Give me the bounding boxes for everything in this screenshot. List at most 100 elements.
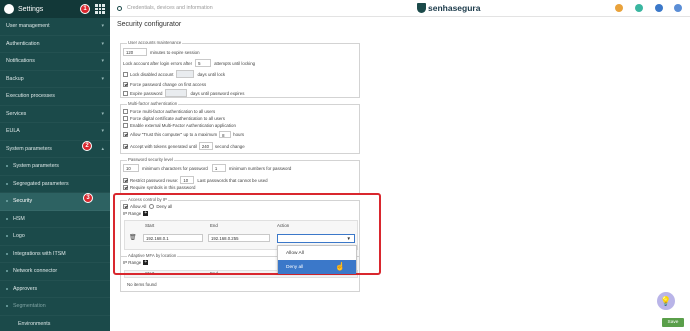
search-input[interactable]: Credentials, devices and information [127, 5, 213, 11]
group-legend: User accounts maintenance [127, 40, 183, 45]
brand-logo: senhasegura [417, 3, 480, 13]
force-certificate-checkbox[interactable] [123, 116, 128, 121]
expire-password-checkbox[interactable] [123, 90, 128, 96]
sidebar-item-label: EULA [6, 128, 20, 135]
start-ip-input[interactable]: 192.168.0.1 [143, 234, 203, 242]
sidebar-item-label: Authentication [6, 40, 40, 47]
min-numbers-input[interactable]: 1 [211, 164, 226, 172]
sidebar-item-backup[interactable]: Backup ▾ [0, 71, 110, 88]
sidebar-item-label: System parameters [13, 163, 59, 170]
chevron-down-icon: ▾ [101, 75, 104, 82]
end-ip-input[interactable]: 192.168.0.255 [208, 234, 270, 242]
restrict-reuse-input[interactable]: 10 [180, 176, 195, 184]
force-mfa-checkbox[interactable] [123, 109, 128, 114]
bullet-icon [6, 200, 8, 203]
sidebar-item-label: Integrations with ITSM [13, 250, 66, 257]
sidebar: Settings User management ▾ Authentication… [0, 0, 110, 331]
option-allow-all[interactable]: Allow All [278, 246, 356, 260]
lightbulb-help-icon[interactable]: 💡 [657, 292, 675, 310]
brand-name: senhasegura [428, 3, 481, 13]
help-icon[interactable] [674, 4, 682, 12]
add-ip-range-icon[interactable]: + [143, 211, 149, 216]
sidebar-item-user-management[interactable]: User management ▾ [0, 18, 110, 36]
save-button[interactable]: Save [662, 318, 684, 327]
sidebar-subitem-logo[interactable]: Logo [0, 228, 110, 246]
trust-computer-checkbox[interactable] [123, 132, 128, 137]
sidebar-item-system-parameters[interactable]: System parameters ▴ [0, 141, 110, 158]
sidebar-item-label: Segmentation [13, 303, 46, 310]
field-label: Last passwords that cannot be used [197, 177, 268, 183]
chevron-down-icon: ▼ [346, 236, 351, 241]
sidebar-item-authentication[interactable]: Authentication ▾ [0, 36, 110, 53]
sidebar-subitem-segmentation[interactable]: Segmentation [0, 298, 110, 316]
apps-icon[interactable] [635, 4, 643, 12]
search-icon[interactable] [117, 5, 122, 11]
sidebar-subitem-approvers[interactable]: Approvers [0, 281, 110, 298]
expire-password-days-input[interactable] [165, 89, 188, 97]
trash-icon[interactable]: 🗑 [129, 234, 137, 241]
field-label: Deny all [156, 204, 173, 209]
chevron-up-icon: ▴ [101, 145, 104, 152]
sidebar-subitem-network-connector[interactable]: Network connector [0, 263, 110, 281]
chevron-down-icon: ▾ [101, 58, 104, 64]
sidebar-item-label: Approvers [13, 285, 38, 292]
apps-grid-icon[interactable] [95, 4, 105, 14]
step-badge-2: 2 [82, 141, 92, 151]
bullet-icon [6, 182, 8, 185]
sidebar-item-label: User management [6, 23, 50, 30]
sidebar-item-label: Environments [18, 320, 51, 327]
add-ip-range-icon[interactable]: + [143, 260, 149, 265]
allow-all-checkbox[interactable] [123, 204, 128, 209]
top-bar: Credentials, devices and information [110, 0, 690, 17]
min-chars-input[interactable]: 10 [123, 164, 139, 172]
user-avatar[interactable] [655, 4, 663, 12]
sidebar-subitem-hsm[interactable]: HSM [0, 211, 110, 228]
sidebar-subitem-security[interactable]: Security [0, 193, 110, 211]
require-symbols-checkbox[interactable] [123, 185, 128, 190]
settings-shield-icon [4, 4, 14, 14]
field-label: Force multi-factor authentication to all… [130, 109, 216, 114]
sidebar-item-label: Logo [13, 233, 25, 240]
notification-icon[interactable] [615, 4, 623, 12]
lock-disabled-days-input[interactable] [176, 70, 195, 78]
sidebar-title: Settings [18, 5, 44, 13]
external-mfa-checkbox[interactable] [123, 123, 128, 128]
field-label: Require symbols in this password [130, 185, 196, 190]
lock-attempts-input[interactable]: 5 [195, 59, 212, 67]
action-select[interactable]: ▼ [277, 234, 355, 243]
sidebar-item-eula[interactable]: EULA ▾ [0, 123, 110, 141]
sidebar-subitem-system-parameters[interactable]: System parameters [0, 158, 110, 176]
expire-session-input[interactable]: 120 [123, 48, 147, 56]
sidebar-item-label: Network connector [13, 268, 58, 275]
sidebar-subitem-integrations-itsm[interactable]: Integrations with ITSM [0, 246, 110, 263]
accept-tokens-checkbox[interactable] [123, 143, 128, 149]
sidebar-item-label: Backup [6, 75, 24, 82]
step-badge-3: 3 [83, 193, 93, 203]
field-label: days until password expires [190, 90, 245, 96]
field-label: Allow All [130, 204, 147, 209]
empty-state: No items found [127, 282, 157, 287]
sidebar-item-label: Security [13, 198, 33, 205]
sidebar-header: Settings [0, 0, 110, 18]
group-legend: Password security level [127, 157, 174, 162]
field-label: Lock account after login errors after [123, 60, 193, 66]
token-seconds-input[interactable]: 240 [198, 142, 213, 150]
restrict-reuse-checkbox[interactable] [123, 177, 128, 183]
chevron-down-icon: ▾ [101, 23, 104, 29]
table-header: End [210, 271, 218, 276]
field-label: Enable external Multi-Factor Authenticat… [130, 123, 236, 128]
sidebar-item-services[interactable]: Services ▾ [0, 106, 110, 123]
trust-hours-input[interactable]: 8 [219, 131, 232, 138]
action-dropdown: Allow All Deny all [277, 245, 357, 274]
sidebar-subitem-environments[interactable]: Environments [0, 316, 110, 331]
sidebar-item-label: System parameters [6, 145, 52, 152]
field-label: Lock disabled account [130, 71, 174, 77]
field-label: Force password change on first access [130, 82, 207, 87]
sidebar-subitem-segregated-parameters[interactable]: Segregated parameters [0, 176, 110, 193]
sidebar-item-notifications[interactable]: Notifications ▾ [0, 53, 110, 71]
force-password-change-checkbox[interactable] [123, 82, 128, 87]
lock-disabled-checkbox[interactable] [123, 71, 128, 77]
table-header: Start [145, 223, 155, 228]
deny-all-radio[interactable] [149, 204, 155, 209]
sidebar-item-execution-processes[interactable]: Execution processes [0, 88, 110, 106]
